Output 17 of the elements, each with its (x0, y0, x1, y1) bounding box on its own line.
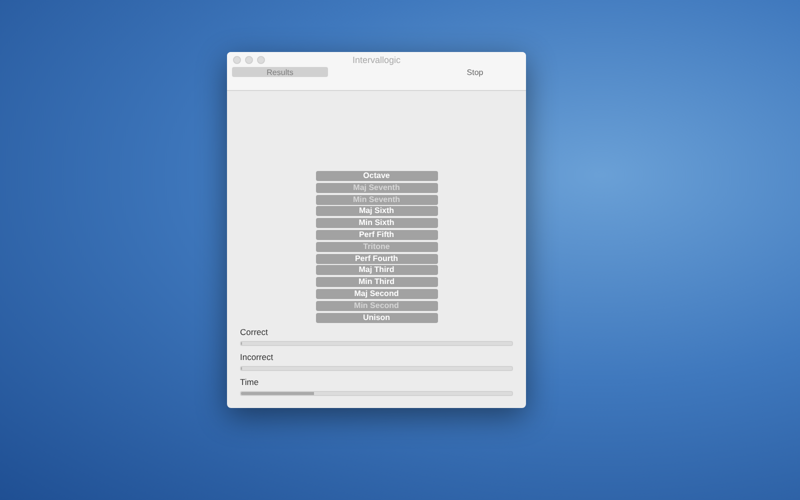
interval-button[interactable]: Octave (316, 171, 438, 181)
interval-button[interactable]: Maj Second (316, 288, 438, 299)
interval-button[interactable]: Perf Fifth (316, 230, 438, 240)
interval-button[interactable]: Min Third (316, 277, 438, 288)
close-button[interactable] (233, 56, 241, 64)
meter-label: Incorrect (240, 352, 274, 362)
interval-button[interactable]: Maj Sixth (316, 206, 438, 216)
window-title: Intervallogic (351, 54, 402, 64)
stop-button[interactable]: Stop (455, 67, 495, 77)
zoom-button[interactable] (257, 56, 265, 64)
interval-button[interactable]: Maj Third (316, 265, 438, 276)
minimize-button[interactable] (245, 56, 253, 64)
interval-button[interactable]: Perf Fourth (316, 254, 438, 264)
interval-button[interactable]: Unison (316, 312, 438, 323)
meter-label: Correct (240, 326, 268, 337)
interval-button[interactable]: Min Sixth (316, 218, 438, 228)
meter-label: Time (240, 376, 259, 387)
